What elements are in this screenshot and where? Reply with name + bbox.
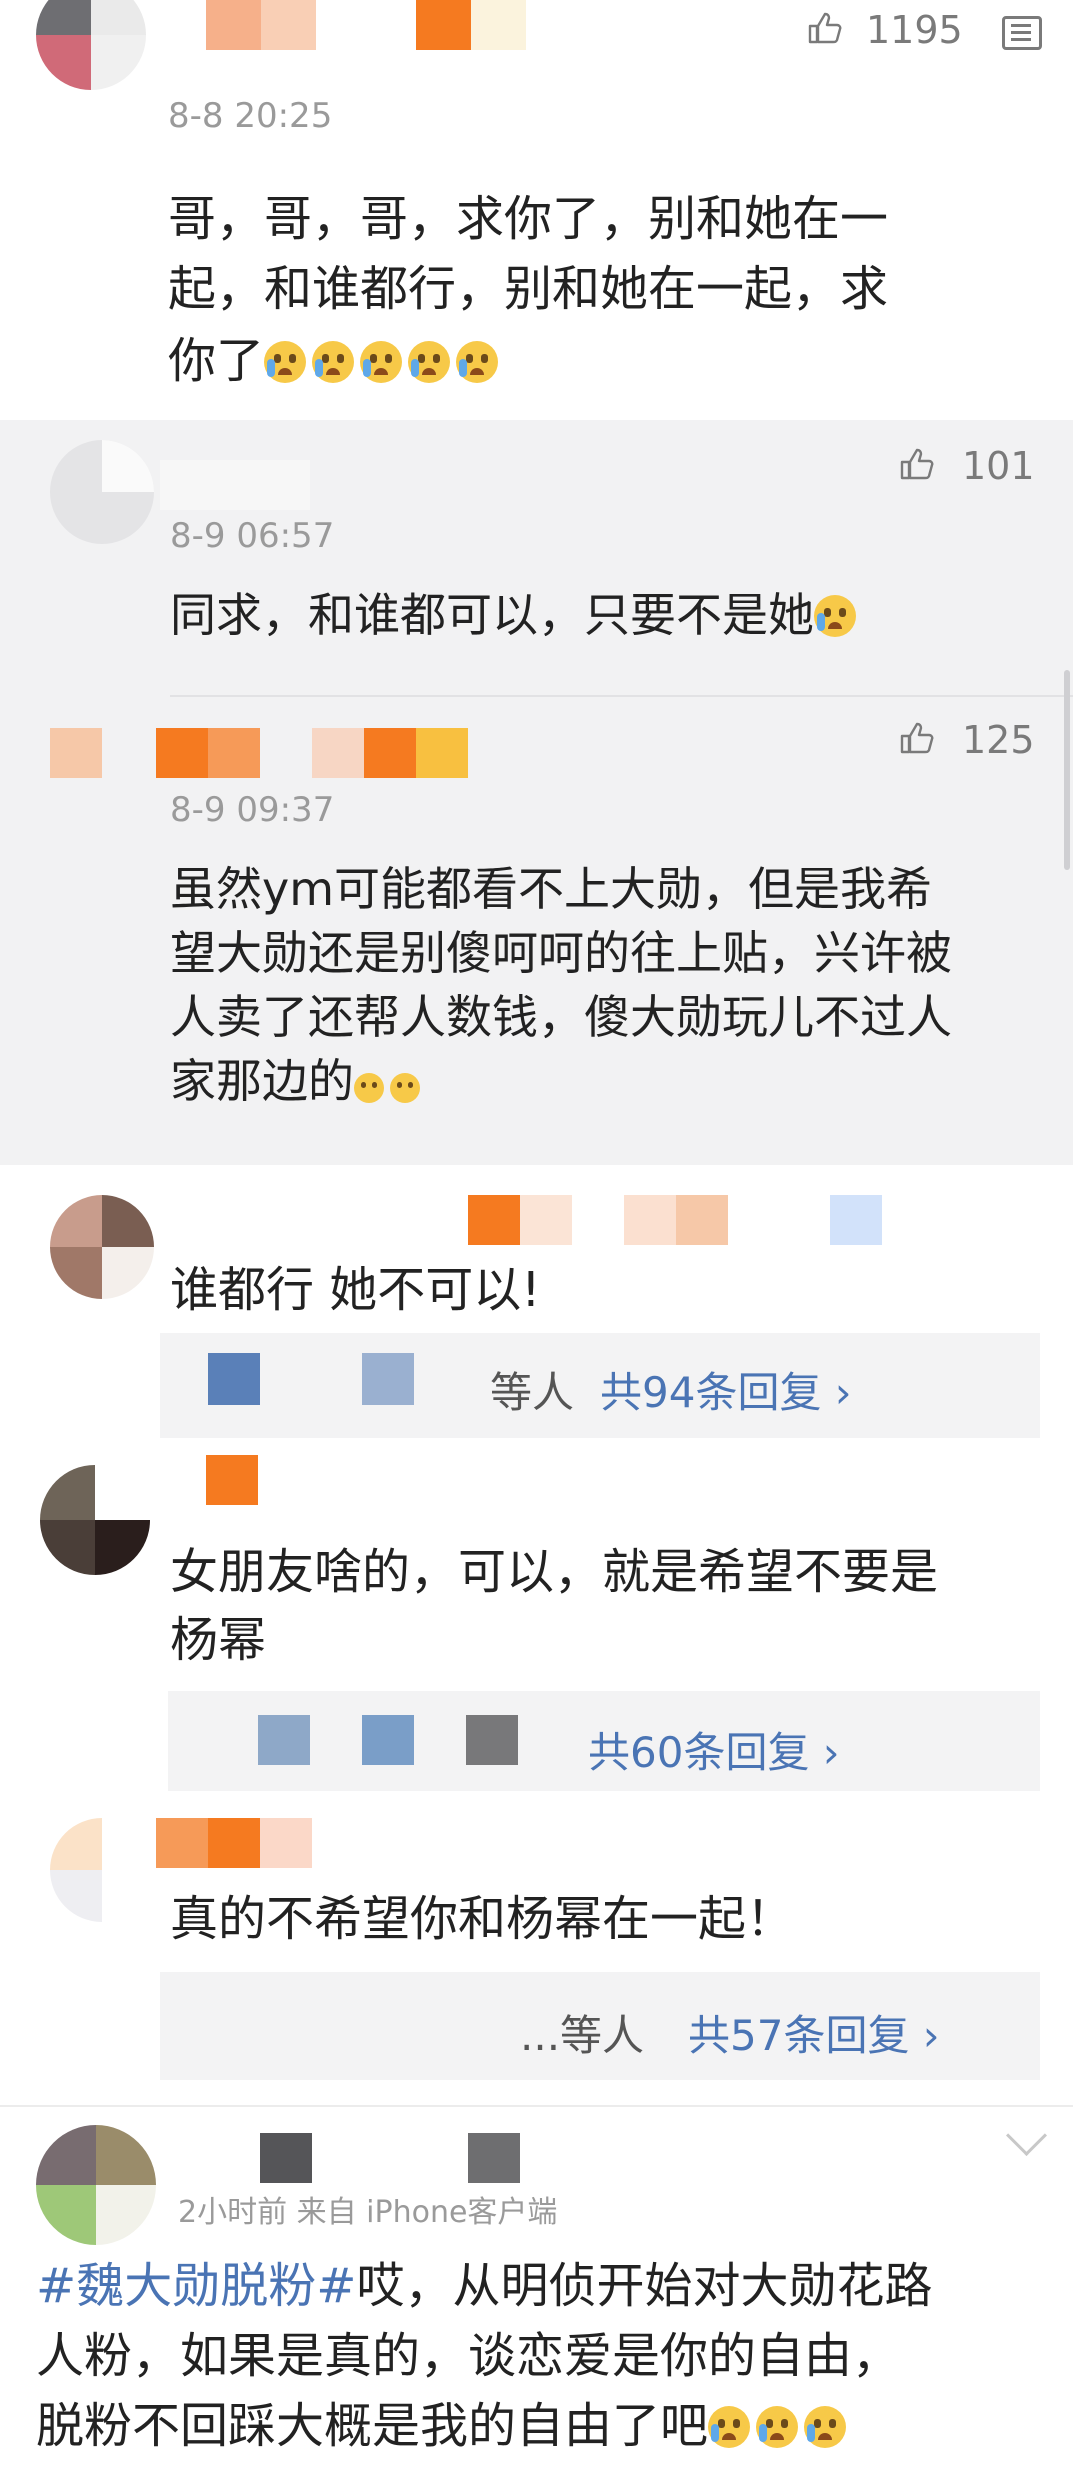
like-count: 101 — [962, 444, 1035, 488]
view-replies-link[interactable]: 共60条回复 › — [588, 1719, 840, 1780]
chevron-down-icon[interactable] — [1005, 2114, 1048, 2157]
comment-text-line1: 女朋友啥的，可以，就是希望不要是 — [170, 1544, 939, 1600]
crying-emoji-icon — [756, 2406, 799, 2448]
reply-summary-bar[interactable]: 等人 共94条回复 › — [160, 1333, 1040, 1438]
comment-text-line3: 脱粉不回踩大概是我的自由了吧 — [36, 2391, 852, 2461]
avatar — [208, 1353, 260, 1405]
comment-text: 谁都行 她不可以! — [170, 1262, 541, 1318]
timestamp: 8-9 06:57 — [170, 516, 335, 556]
username-censored[interactable] — [468, 1195, 888, 1245]
avatar — [258, 1715, 310, 1765]
reply-text-line1: 虽然ym可能都看不上大勋，但是我希 — [170, 862, 933, 916]
divider — [0, 2105, 1073, 2107]
reply-text-content: 同求，和谁都可以，只要不是她 — [170, 588, 814, 642]
comment-text-line1: #魏大勋脱粉#哎，从明侦开始对大勋花路 — [36, 2251, 932, 2321]
comment-text: 真的不希望你和杨幂在一起！ — [170, 1891, 795, 1947]
comment-text-line3-text: 你了 — [168, 333, 265, 389]
timestamp: 8-8 20:25 — [168, 96, 333, 136]
avatar — [362, 1353, 414, 1405]
crying-emoji-icon — [264, 341, 307, 383]
comment-3: 女朋友啥的，可以，就是希望不要是 杨幂 共60条回复 › — [0, 1455, 1073, 1800]
comment-text-line3: 你了 — [168, 326, 504, 396]
like-count: 125 — [962, 718, 1035, 762]
avatar — [362, 1715, 414, 1765]
crying-emoji-icon — [456, 341, 499, 383]
scrollbar[interactable] — [1064, 670, 1070, 870]
crying-emoji-icon — [360, 341, 403, 383]
view-replies-link[interactable]: 共57条回复 › — [688, 2002, 940, 2063]
username-censored[interactable] — [468, 2133, 520, 2183]
comment-1: 1195 8-8 20:25 哥，哥，哥，求你了，别和她在一 起，和谁都行，别和… — [0, 0, 1073, 420]
view-replies-link[interactable]: 共94条回复 › — [600, 1359, 852, 1420]
avatar[interactable] — [36, 2125, 156, 2245]
like-count: 1195 — [866, 8, 963, 52]
username-censored[interactable] — [160, 460, 310, 510]
comment-5: 2小时前 来自 iPhone客户端 #魏大勋脱粉#哎，从明侦开始对大勋花路 人粉… — [0, 2105, 1073, 2473]
reply-text-line3: 人卖了还帮人数钱，傻大勋玩儿不过人 — [170, 990, 952, 1044]
nested-replies: 101 8-9 06:57 同求，和谁都可以，只要不是她 125 8-9 09:… — [0, 420, 1073, 1165]
comment-text-line1: 哥，哥，哥，求你了，别和她在一 — [168, 191, 889, 247]
laughing-crying-emoji-icon — [814, 595, 856, 637]
avatar[interactable] — [50, 1818, 154, 1922]
username-censored[interactable] — [50, 728, 470, 778]
username-censored[interactable] — [206, 0, 546, 50]
comment-text-line2: 人粉，如果是真的，谈恋爱是你的自由， — [36, 2328, 901, 2384]
divider — [170, 695, 1073, 697]
sweat-emoji-icon — [354, 1073, 384, 1103]
reply-user-names: 等人 — [490, 1368, 575, 1417]
crying-emoji-icon — [708, 2406, 751, 2448]
crying-emoji-icon — [312, 341, 355, 383]
thumbs-up-icon[interactable] — [808, 12, 842, 44]
avatar[interactable] — [50, 1195, 154, 1299]
avatar[interactable] — [50, 440, 154, 544]
comment-text-line2: 起，和谁都行，别和她在一起，求 — [168, 261, 889, 317]
avatar[interactable] — [36, 0, 146, 90]
username-censored[interactable] — [260, 2133, 312, 2183]
comment-2: 谁都行 她不可以! 等人 共94条回复 › — [0, 1165, 1073, 1455]
thumbs-up-icon[interactable] — [900, 722, 934, 754]
thumbs-up-icon[interactable] — [900, 448, 934, 480]
crying-emoji-icon — [804, 2406, 847, 2448]
reply-summary-bar[interactable]: 共60条回复 › — [168, 1691, 1040, 1791]
comment-icon[interactable] — [1002, 16, 1042, 50]
comment-4: 真的不希望你和杨幂在一起！ ...等人 共57条回复 › — [0, 1800, 1073, 2105]
reply-text: 同求，和谁都可以，只要不是她 — [170, 582, 862, 648]
reply-user-names: ...等人 — [520, 2011, 645, 2060]
username-censored[interactable] — [156, 1818, 316, 1868]
comment-text-line1-rest: 哎，从明侦开始对大勋花路 — [356, 2258, 933, 2314]
comment-text-line3-text: 脱粉不回踩大概是我的自由了吧 — [36, 2398, 709, 2454]
avatar[interactable] — [40, 1465, 150, 1575]
reply-text-line2: 望大勋还是别傻呵呵的往上贴，兴许被 — [170, 926, 952, 980]
comment-text-line2: 杨幂 — [170, 1612, 267, 1668]
hashtag-link[interactable]: #魏大勋脱粉# — [36, 2258, 356, 2314]
crying-emoji-icon — [408, 341, 451, 383]
sweat-emoji-icon — [390, 1073, 420, 1103]
reply-text-line4: 家那边的 — [170, 1048, 426, 1114]
username-censored[interactable] — [206, 1455, 258, 1505]
avatar — [466, 1715, 518, 1765]
reply-summary-bar[interactable]: ...等人 共57条回复 › — [160, 1972, 1040, 2080]
timestamp: 8-9 09:37 — [170, 790, 335, 830]
reply-text-line4-text: 家那边的 — [170, 1054, 354, 1108]
comment-meta: 2小时前 来自 iPhone客户端 — [178, 2195, 558, 2230]
